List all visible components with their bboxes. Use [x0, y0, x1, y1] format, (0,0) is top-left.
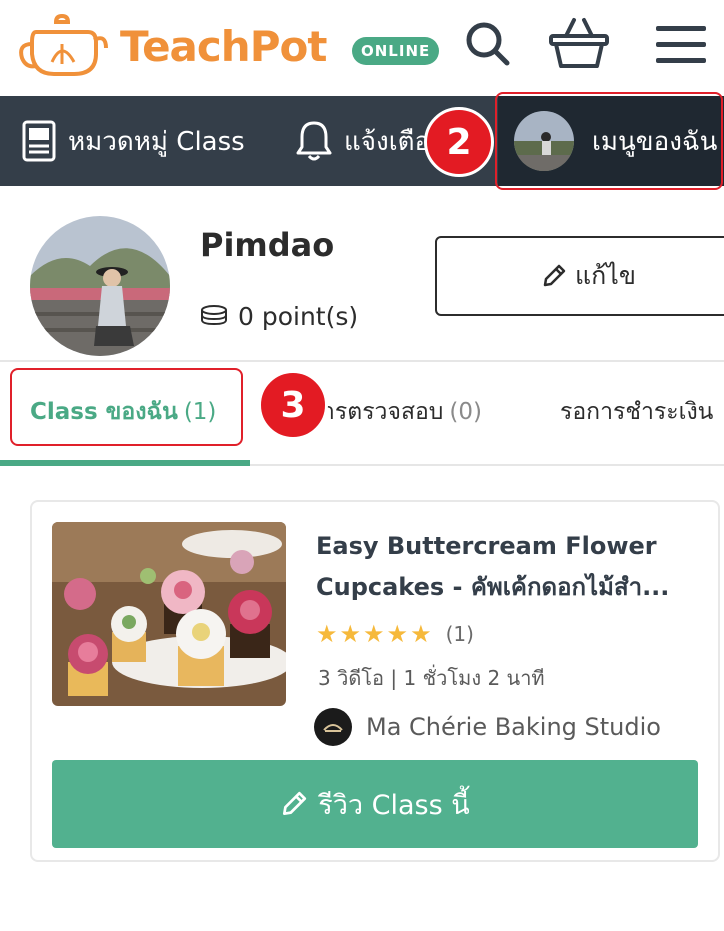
star-icon: ★	[316, 620, 338, 648]
profile-name: Pimdao	[200, 226, 335, 264]
nav-notifications-label: แจ้งเตือ	[344, 126, 431, 157]
studio-name: Ma Chérie Baking Studio	[366, 713, 661, 741]
tab-awaiting-payment[interactable]: รอการชำระเงิน	[560, 362, 713, 462]
app-header: TeachPot ONLINE	[0, 0, 724, 96]
course-title-line-1: Easy Buttercream Flower	[316, 532, 657, 560]
course-card[interactable]: Easy Buttercream Flower Cupcakes - คัพเค…	[30, 500, 720, 862]
tab-under-review-label: ารตรวจสอบ	[322, 399, 444, 425]
tab-awaiting-payment-label: รอการชำระเงิน	[560, 399, 714, 425]
profile-avatar	[30, 216, 170, 356]
active-tab-indicator	[0, 460, 250, 466]
profile-points: 0 point(s)	[200, 302, 358, 331]
course-studio[interactable]: Ma Chérie Baking Studio	[314, 708, 661, 746]
tab-under-review-count: (0)	[449, 399, 482, 425]
star-icon: ★	[410, 620, 432, 648]
basket-icon[interactable]	[548, 16, 610, 70]
online-badge: ONLINE	[352, 37, 440, 65]
studio-logo-icon	[314, 708, 352, 746]
pencil-icon	[283, 791, 307, 816]
teapot-logo-icon[interactable]	[18, 10, 108, 80]
course-rating: ★ ★ ★ ★ ★ (1)	[316, 620, 474, 648]
rating-count: (1)	[445, 622, 474, 646]
step-badge-2: 2	[424, 107, 494, 177]
nav-notifications[interactable]: แจ้งเตือ	[296, 96, 430, 186]
coins-icon	[201, 304, 227, 325]
brand-name[interactable]: TeachPot	[120, 22, 328, 71]
tab-under-review[interactable]: ารตรวจสอบ (0)	[322, 362, 482, 462]
nav-categories-label: หมวดหมู่ Class	[68, 126, 245, 157]
course-thumbnail[interactable]	[52, 522, 286, 706]
review-class-label: รีวิว Class นี้	[318, 789, 470, 821]
brand-teach: Teach	[120, 22, 251, 71]
profile-points-text: 0 point(s)	[238, 302, 359, 331]
search-icon[interactable]	[464, 20, 510, 66]
star-icon: ★	[339, 620, 362, 648]
bell-icon	[296, 121, 332, 161]
brand-pot: Pot	[249, 22, 328, 71]
course-title[interactable]: Easy Buttercream Flower Cupcakes - คัพเค…	[316, 526, 706, 608]
step-badge-3: 3	[258, 370, 328, 440]
star-icon: ★	[386, 620, 409, 648]
book-icon	[22, 120, 56, 162]
edit-profile-label: แก้ไข	[575, 261, 636, 290]
pencil-icon	[543, 264, 566, 287]
course-meta: 3 วิดีโอ | 1 ชั่วโมง 2 นาที	[318, 666, 545, 690]
edit-profile-button[interactable]: แก้ไข	[435, 236, 724, 316]
course-title-line-2: Cupcakes - คัพเค้กดอกไม้สำ...	[316, 573, 670, 601]
nav-categories[interactable]: หมวดหมู่ Class	[22, 96, 245, 186]
star-icon: ★	[363, 620, 385, 648]
review-class-button[interactable]: รีวิว Class นี้	[52, 760, 698, 848]
highlight-box-my-menu	[495, 92, 723, 190]
highlight-box-my-classes	[10, 368, 243, 446]
hamburger-menu-icon[interactable]	[656, 24, 706, 66]
